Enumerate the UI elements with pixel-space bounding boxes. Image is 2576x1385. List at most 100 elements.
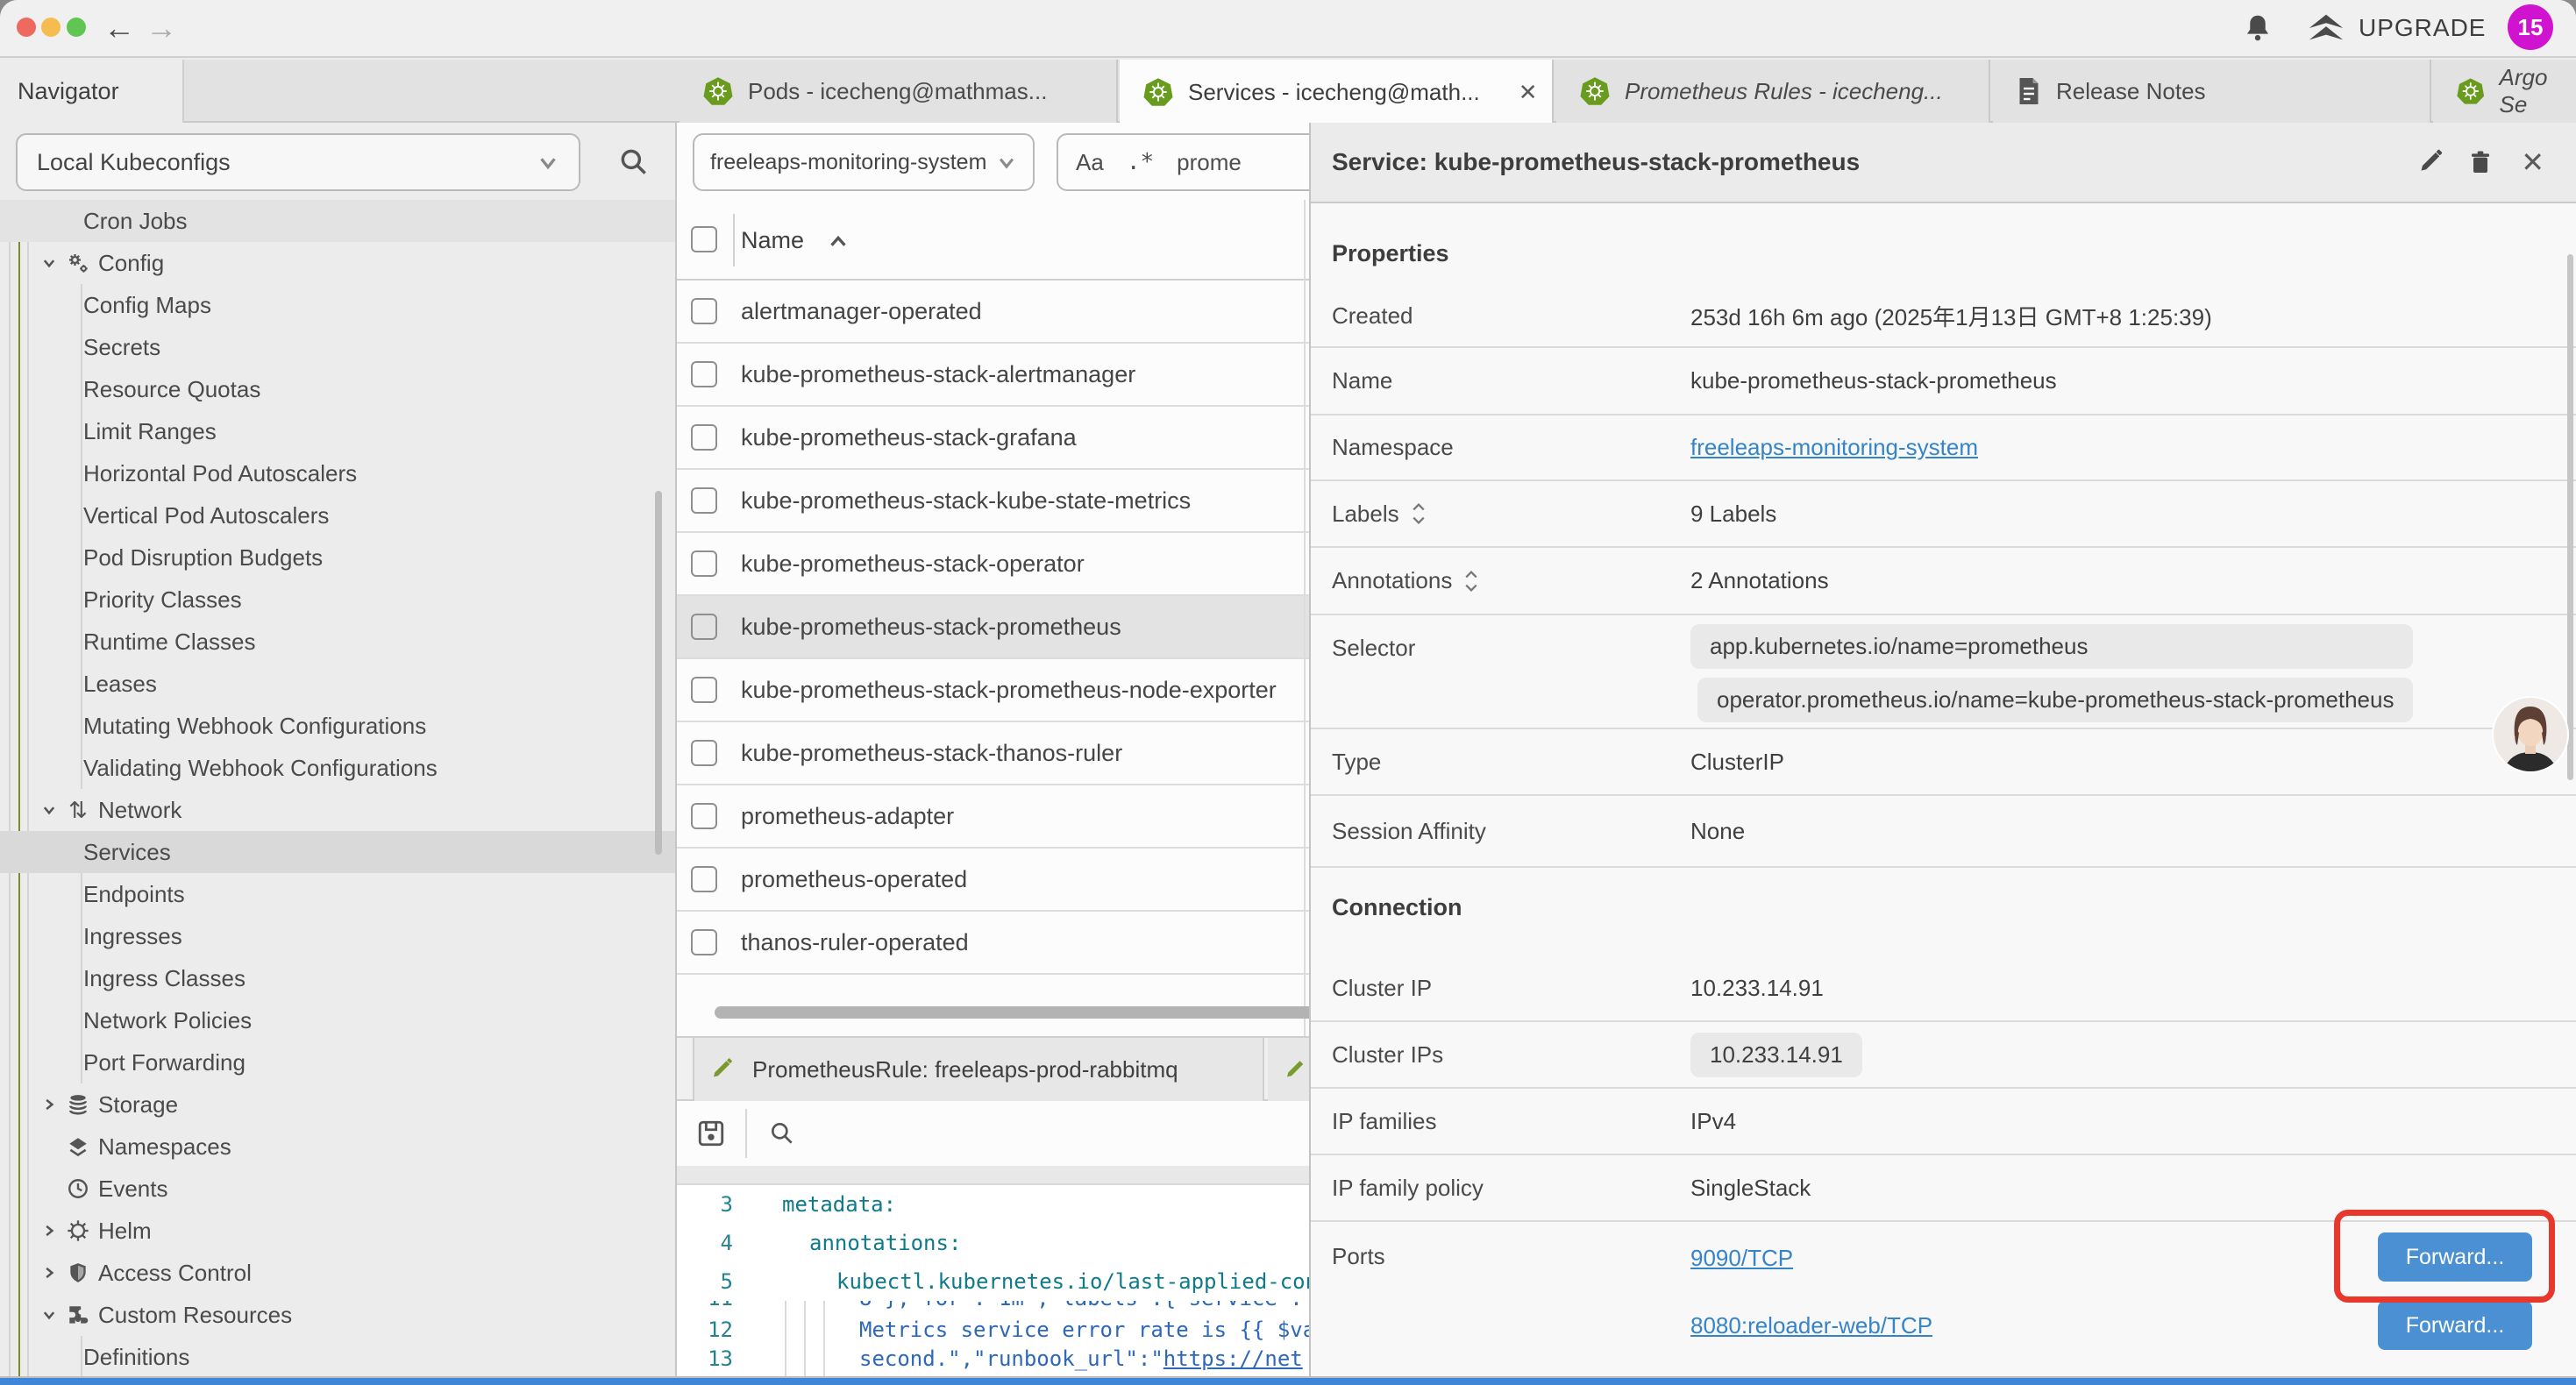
row-checkbox[interactable] <box>691 929 717 955</box>
traffic-light-zoom[interactable] <box>67 18 86 37</box>
sidebar-item-vertical-pod-autoscalers[interactable]: Vertical Pod Autoscalers <box>0 494 677 536</box>
sidebar-scrollbar[interactable] <box>655 491 662 855</box>
chevron-down-icon[interactable] <box>42 1308 56 1322</box>
notifications-bell-icon[interactable] <box>2241 11 2274 46</box>
sidebar-item-cron-jobs[interactable]: Cron Jobs <box>0 200 677 242</box>
back-arrow-icon[interactable]: ← <box>103 9 135 47</box>
save-icon[interactable] <box>696 1119 726 1148</box>
sidebar-item-priority-classes[interactable]: Priority Classes <box>0 579 677 621</box>
row-checkbox[interactable] <box>691 866 717 892</box>
upgrade-button[interactable]: UPGRADE <box>2306 11 2486 46</box>
sidebar-item-endpoints[interactable]: Endpoints <box>0 873 677 915</box>
sidebar-item-ingresses[interactable]: Ingresses <box>0 915 677 957</box>
editor-search-icon[interactable] <box>768 1119 796 1147</box>
table-row[interactable]: prometheus-operated <box>677 849 1341 912</box>
sidebar-search-icon[interactable] <box>617 146 651 179</box>
row-checkbox[interactable] <box>691 487 717 514</box>
sidebar-item-port-forwarding[interactable]: Port Forwarding <box>0 1041 677 1083</box>
sidebar-item-network-policies[interactable]: Network Policies <box>0 999 677 1041</box>
sidebar-item-validating-webhook-configurations[interactable]: Validating Webhook Configurations <box>0 747 677 789</box>
table-row[interactable]: kube-prometheus-stack-kube-state-metrics <box>677 470 1341 533</box>
edit-icon[interactable] <box>2417 147 2447 177</box>
sidebar-item-network[interactable]: ⇅ Network <box>0 789 677 831</box>
row-checkbox[interactable] <box>691 803 717 829</box>
navigator-tab[interactable]: Navigator <box>0 60 184 123</box>
namespace-link[interactable]: freeleaps-monitoring-system <box>1690 434 1978 461</box>
chevron-right-icon[interactable] <box>42 1224 56 1238</box>
sidebar-item-config-maps[interactable]: Config Maps <box>0 284 677 326</box>
row-checkbox[interactable] <box>691 298 717 324</box>
column-header-name[interactable]: Name <box>741 200 850 281</box>
forward-port-button[interactable]: Forward... <box>2378 1232 2532 1282</box>
sidebar-item-mutating-webhook-configurations[interactable]: Mutating Webhook Configurations <box>0 705 677 747</box>
selector-chip[interactable]: operator.prometheus.io/name=kube-prometh… <box>1697 678 2413 722</box>
tab-release-notes[interactable]: Release Notes <box>1993 60 2431 123</box>
traffic-light-minimize[interactable] <box>41 18 60 37</box>
sidebar-item-pod-disruption-budgets[interactable]: Pod Disruption Budgets <box>0 536 677 579</box>
sidebar-item-custom-resources[interactable]: Custom Resources <box>0 1294 677 1336</box>
forward-arrow-icon[interactable]: → <box>146 9 177 47</box>
row-checkbox[interactable] <box>691 361 717 387</box>
table-row[interactable]: kube-prometheus-stack-alertmanager <box>677 344 1341 407</box>
row-checkbox[interactable] <box>691 677 717 703</box>
sidebar-item-definitions[interactable]: Definitions <box>0 1336 677 1378</box>
match-case-toggle[interactable]: Aa <box>1076 149 1104 176</box>
sidebar-item-secrets[interactable]: Secrets <box>0 326 677 368</box>
horizontal-scrollbar[interactable] <box>715 1006 1341 1019</box>
sidebar-item-resource-quotas[interactable]: Resource Quotas <box>0 368 677 410</box>
namespace-filter-select[interactable]: freeleaps-monitoring-system <box>693 133 1035 191</box>
table-row[interactable]: kube-prometheus-stack-prometheus-node-ex… <box>677 659 1341 722</box>
chevron-right-icon[interactable] <box>42 1266 56 1280</box>
yaml-editor[interactable]: 3 metadata: 4 annotations: 5 kubectl.kub… <box>677 1185 1341 1378</box>
sidebar-item-events[interactable]: Events <box>0 1168 677 1210</box>
row-checkbox[interactable] <box>691 550 717 577</box>
tab-services[interactable]: Services - icecheng@math... ✕ <box>1120 60 1554 124</box>
traffic-light-close[interactable] <box>17 18 36 37</box>
table-row[interactable]: kube-prometheus-stack-operator <box>677 533 1341 596</box>
kubeconfig-select[interactable]: Local Kubeconfigs <box>16 133 580 191</box>
table-row-selected[interactable]: kube-prometheus-stack-prometheus <box>677 596 1341 659</box>
table-row[interactable]: alertmanager-operated <box>677 281 1341 344</box>
chevron-down-icon[interactable] <box>42 803 56 817</box>
sidebar-item-leases[interactable]: Leases <box>0 663 677 705</box>
table-row[interactable]: thanos-ruler-operated <box>677 912 1341 975</box>
chevron-right-icon[interactable] <box>42 1097 56 1112</box>
expand-up-down-icon[interactable] <box>1462 568 1480 594</box>
port-link[interactable]: 8080:reloader-web/TCP <box>1690 1312 1932 1339</box>
sidebar-item-namespaces[interactable]: Namespaces <box>0 1126 677 1168</box>
expand-up-down-icon[interactable] <box>1410 501 1427 527</box>
code-link[interactable]: https://net <box>1163 1346 1303 1371</box>
table-row[interactable]: prometheus-adapter <box>677 785 1341 849</box>
port-link[interactable]: 9090/TCP <box>1690 1245 1932 1272</box>
row-checkbox[interactable] <box>691 424 717 451</box>
sidebar-item-storage[interactable]: Storage <box>0 1083 677 1126</box>
table-row[interactable]: kube-prometheus-stack-grafana <box>677 407 1341 470</box>
tab-pods[interactable]: Pods - icecheng@mathmas... <box>680 60 1118 123</box>
sidebar-item-helm[interactable]: Helm <box>0 1210 677 1252</box>
sidebar-item-services[interactable]: Services <box>0 831 677 873</box>
property-value[interactable]: 2 Annotations <box>1690 567 1829 594</box>
select-all-checkbox[interactable] <box>691 226 717 252</box>
close-tab-icon[interactable]: ✕ <box>1519 79 1538 106</box>
sidebar-item-runtime-classes[interactable]: Runtime Classes <box>0 621 677 663</box>
close-icon[interactable]: ✕ <box>2521 146 2544 179</box>
user-avatar[interactable] <box>2490 694 2571 775</box>
regex-toggle[interactable]: .* <box>1127 149 1154 175</box>
editor-tab-prometheusrule[interactable]: PrometheusRule: freeleaps-prod-rabbitmq <box>693 1038 1264 1101</box>
row-checkbox[interactable] <box>691 614 717 640</box>
name-search-input[interactable]: Aa .* prome <box>1057 133 1341 191</box>
selector-chip[interactable]: app.kubernetes.io/name=prometheus <box>1690 624 2413 669</box>
sidebar-item-ingress-classes[interactable]: Ingress Classes <box>0 957 677 999</box>
chevron-down-icon[interactable] <box>42 256 56 270</box>
row-checkbox[interactable] <box>691 740 717 766</box>
forward-port-button-2[interactable]: Forward... <box>2378 1301 2532 1350</box>
sidebar-item-config[interactable]: Config <box>0 242 677 284</box>
notification-count-badge[interactable]: 15 <box>2508 4 2553 50</box>
delete-icon[interactable] <box>2466 147 2494 177</box>
sidebar-item-horizontal-pod-autoscalers[interactable]: Horizontal Pod Autoscalers <box>0 452 677 494</box>
table-row[interactable]: kube-prometheus-stack-thanos-ruler <box>677 722 1341 785</box>
tab-argo[interactable]: Argo Se <box>2433 60 2576 123</box>
property-value[interactable]: 9 Labels <box>1690 501 1776 528</box>
sidebar-item-limit-ranges[interactable]: Limit Ranges <box>0 410 677 452</box>
sidebar-item-access-control[interactable]: Access Control <box>0 1252 677 1294</box>
